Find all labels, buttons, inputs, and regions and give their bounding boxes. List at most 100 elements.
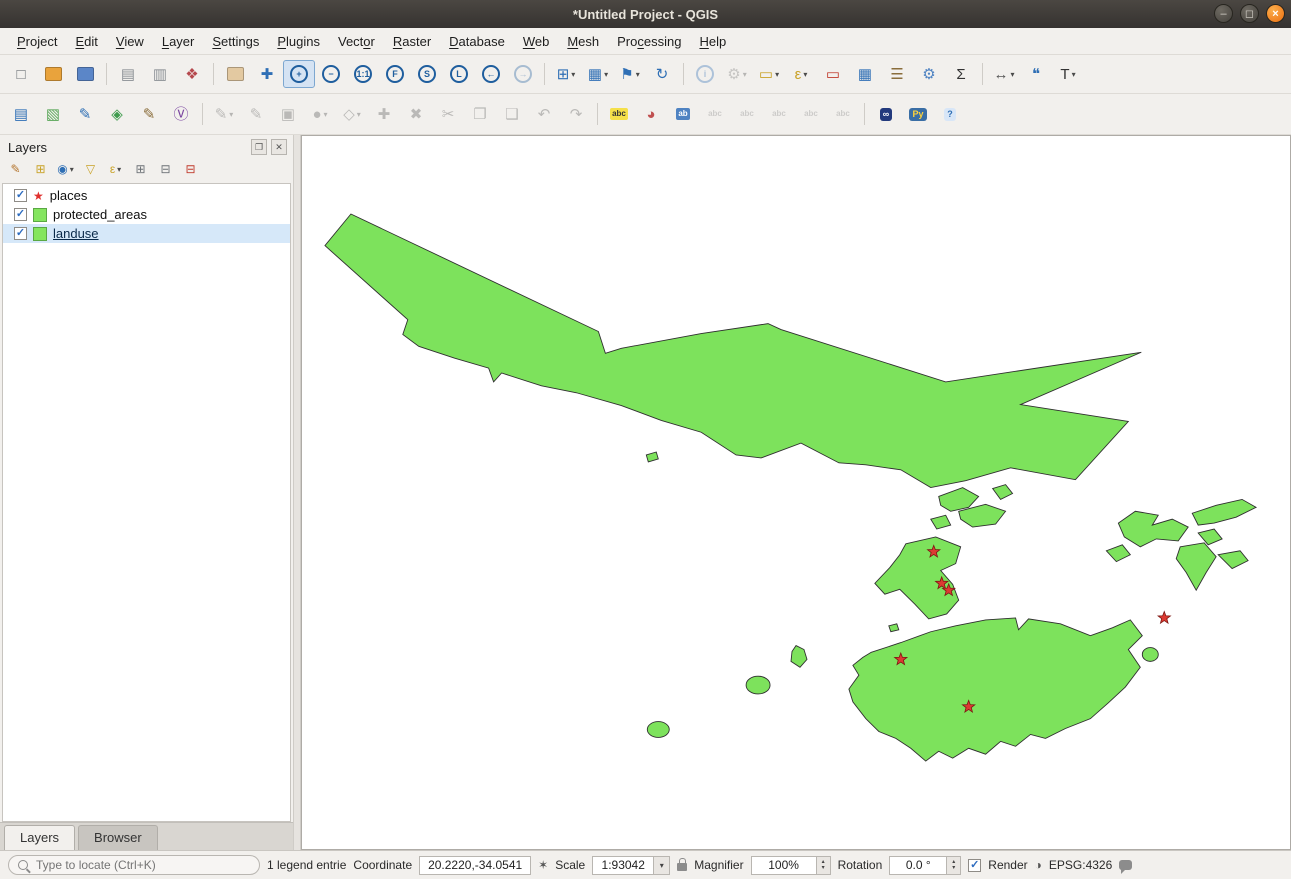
pan-map-button[interactable]: [219, 60, 251, 88]
select-by-expression-button[interactable]: ε▾: [785, 60, 817, 88]
menu-layer[interactable]: Layer: [153, 31, 204, 52]
maximize-button[interactable]: ◻: [1240, 4, 1259, 23]
filter-legend-button[interactable]: ▽: [79, 159, 102, 179]
remove-layer-button[interactable]: ⊟: [179, 159, 202, 179]
manage-map-themes-dropdown-icon[interactable]: ▾: [70, 165, 74, 174]
menu-help[interactable]: Help: [690, 31, 735, 52]
magnifier-input[interactable]: [751, 856, 817, 875]
new-geopackage-layer-button[interactable]: ◈: [101, 100, 133, 128]
layer-labeling-options-button[interactable]: abc: [603, 100, 635, 128]
zoom-full-button[interactable]: F: [379, 60, 411, 88]
messages-icon[interactable]: [1119, 860, 1132, 870]
new-3d-map-view-dropdown-icon[interactable]: ▾: [604, 70, 608, 79]
measure-button[interactable]: ↔▾: [988, 60, 1020, 88]
panel-tab-layers[interactable]: Layers: [4, 825, 75, 850]
render-checkbox[interactable]: ✓: [968, 859, 981, 872]
layer-visibility-checkbox[interactable]: ✓: [14, 189, 27, 202]
float-panel-button[interactable]: ❐: [251, 139, 267, 155]
layer-item-landuse[interactable]: ✓ landuse: [3, 224, 290, 243]
zoom-to-layer-button[interactable]: L: [443, 60, 475, 88]
layer-item-places[interactable]: ✓★places: [3, 186, 290, 205]
rotation-input[interactable]: [889, 856, 947, 875]
menu-web[interactable]: Web: [514, 31, 559, 52]
pan-map-to-selection-button[interactable]: ✚: [251, 60, 283, 88]
zoom-in-button[interactable]: +: [283, 60, 315, 88]
collapse-all-button[interactable]: ⊟: [154, 159, 177, 179]
layer-item-protected_areas[interactable]: ✓ protected_areas: [3, 205, 290, 224]
coordinate-input[interactable]: [419, 856, 531, 875]
layer-visibility-checkbox[interactable]: ✓: [14, 208, 27, 221]
filter-by-expression-button[interactable]: ε▾: [104, 159, 127, 179]
new-3d-map-view-button[interactable]: ▦▾: [582, 60, 614, 88]
new-project-button[interactable]: □: [5, 60, 37, 88]
processing-options-button[interactable]: ⚙: [913, 60, 945, 88]
new-map-view-dropdown-icon[interactable]: ▾: [571, 70, 575, 79]
open-layer-styling-panel-button[interactable]: ✎: [4, 159, 27, 179]
extents-toggle-icon[interactable]: ✶: [538, 859, 548, 871]
select-features-button[interactable]: ▭▾: [753, 60, 785, 88]
data-source-manager-button[interactable]: ▤: [5, 100, 37, 128]
open-project-button[interactable]: [37, 60, 69, 88]
zoom-out-button[interactable]: −: [315, 60, 347, 88]
osm-place-search-button[interactable]: ∞: [870, 100, 902, 128]
rotation-spinbox[interactable]: ▴▾: [889, 856, 961, 875]
magnifier-spinbox[interactable]: ▴▾: [751, 856, 831, 875]
new-map-view-button[interactable]: ⊞▾: [550, 60, 582, 88]
crs-text[interactable]: EPSG:4326: [1049, 858, 1112, 872]
add-feature-dropdown-icon[interactable]: ▾: [324, 110, 328, 119]
layer-diagram-options-button[interactable]: ◕: [635, 100, 667, 128]
layer-label[interactable]: landuse: [53, 226, 99, 241]
show-bookmarks-dropdown-icon[interactable]: ▾: [636, 70, 640, 79]
python-console-button[interactable]: Py: [902, 100, 934, 128]
scale-dropdown-icon[interactable]: ▾: [654, 856, 670, 875]
statistical-summary-button[interactable]: Σ: [945, 60, 977, 88]
map-canvas[interactable]: [301, 135, 1291, 850]
locate-input[interactable]: [34, 857, 250, 873]
menu-settings[interactable]: Settings: [203, 31, 268, 52]
text-annotation-dropdown-icon[interactable]: ▾: [1072, 70, 1076, 79]
new-spatialite-layer-button[interactable]: ✎: [133, 100, 165, 128]
add-group-button[interactable]: ⊞: [29, 159, 52, 179]
new-shapefile-layer-button[interactable]: ✎: [69, 100, 101, 128]
run-feature-action-dropdown-icon[interactable]: ▾: [743, 70, 747, 79]
menu-project[interactable]: Project: [8, 31, 66, 52]
current-edits-dropdown-icon[interactable]: ▾: [229, 110, 233, 119]
menu-vector[interactable]: Vector: [329, 31, 384, 52]
measure-dropdown-icon[interactable]: ▾: [1010, 70, 1014, 79]
close-panel-button[interactable]: ✕: [271, 139, 287, 155]
zoom-to-selection-button[interactable]: S: [411, 60, 443, 88]
select-by-expression-dropdown-icon[interactable]: ▾: [803, 70, 807, 79]
panel-splitter[interactable]: [293, 135, 301, 850]
refresh-map-button[interactable]: ↻: [646, 60, 678, 88]
menu-plugins[interactable]: Plugins: [268, 31, 329, 52]
filter-by-expression-dropdown-icon[interactable]: ▾: [117, 165, 121, 174]
show-layout-manager-button[interactable]: ▥: [144, 60, 176, 88]
help-button[interactable]: ?: [934, 100, 966, 128]
select-features-dropdown-icon[interactable]: ▾: [775, 70, 779, 79]
expand-all-button[interactable]: ⊞: [129, 159, 152, 179]
menu-view[interactable]: View: [107, 31, 153, 52]
scale-lock-icon[interactable]: [677, 863, 687, 871]
layer-label[interactable]: protected_areas: [53, 207, 147, 222]
map-tips-button[interactable]: ❝: [1020, 60, 1052, 88]
menu-processing[interactable]: Processing: [608, 31, 690, 52]
save-project-button[interactable]: [69, 60, 101, 88]
open-attribute-table-button[interactable]: ▦: [849, 60, 881, 88]
panel-tab-browser[interactable]: Browser: [78, 825, 158, 850]
close-button[interactable]: ×: [1266, 4, 1285, 23]
layer-visibility-checkbox[interactable]: ✓: [14, 227, 27, 240]
zoom-last-button[interactable]: ←: [475, 60, 507, 88]
manage-map-themes-button[interactable]: ◉▾: [54, 159, 77, 179]
text-annotation-button[interactable]: T▾: [1052, 60, 1084, 88]
new-print-layout-button[interactable]: ▤: [112, 60, 144, 88]
locate-bar[interactable]: [8, 855, 260, 875]
show-bookmarks-button[interactable]: ⚑▾: [614, 60, 646, 88]
layer-label[interactable]: places: [50, 188, 88, 203]
style-manager-button[interactable]: ❖: [176, 60, 208, 88]
menu-mesh[interactable]: Mesh: [558, 31, 608, 52]
minimize-button[interactable]: –: [1214, 4, 1233, 23]
scale-combo[interactable]: ▾: [592, 856, 670, 875]
zoom-native-button[interactable]: 1:1: [347, 60, 379, 88]
magnifier-spin-arrows[interactable]: ▴▾: [817, 856, 831, 875]
crs-status-icon[interactable]: ◑: [1035, 859, 1042, 871]
